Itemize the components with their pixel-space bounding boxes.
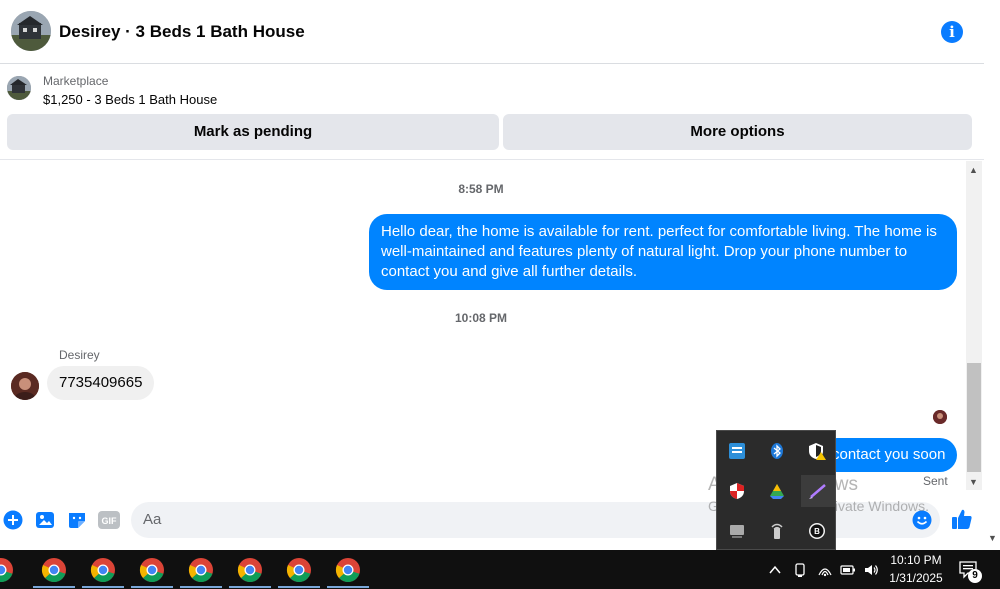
photo-icon[interactable]	[35, 510, 55, 530]
wireless-device-icon[interactable]	[768, 522, 786, 540]
chrome-icon[interactable]	[229, 557, 271, 588]
outgoing-message[interactable]: Hello dear, the home is available for re…	[369, 214, 957, 290]
bluetooth-icon[interactable]	[768, 442, 786, 460]
page-scroll-down-arrow[interactable]: ▼	[988, 533, 997, 543]
wifi-icon[interactable]	[817, 562, 833, 578]
active-indicator	[33, 586, 75, 588]
sender-avatar[interactable]	[11, 372, 39, 400]
chrome-icon[interactable]	[0, 557, 14, 583]
chrome-icon[interactable]	[82, 557, 124, 588]
sticker-icon[interactable]	[67, 510, 87, 530]
scrollbar-thumb[interactable]	[967, 363, 981, 472]
scroll-up-arrow[interactable]: ▲	[969, 165, 978, 175]
gif-icon-label: GIF	[102, 516, 118, 526]
device-icon[interactable]	[792, 562, 808, 578]
chrome-icon[interactable]	[180, 557, 222, 588]
chrome-icon[interactable]	[33, 557, 75, 588]
active-indicator	[229, 586, 271, 588]
emoji-icon[interactable]	[912, 510, 932, 530]
chrome-icon[interactable]	[278, 557, 320, 588]
active-indicator	[327, 586, 369, 588]
delivery-status: Sent	[923, 474, 948, 488]
active-indicator	[82, 586, 124, 588]
incoming-message[interactable]: 7735409665	[47, 366, 155, 400]
more-options-button[interactable]: More options	[503, 114, 972, 150]
audio-manager-icon[interactable]: B	[808, 522, 826, 540]
pen-tool-icon[interactable]	[801, 475, 835, 507]
messenger-window: Desirey · 3 Beds 1 Bath House i Marketpl…	[0, 0, 1000, 550]
chrome-icon[interactable]	[327, 557, 369, 588]
scroll-down-arrow[interactable]: ▼	[969, 477, 978, 487]
listing-thumbnail[interactable]	[7, 76, 31, 100]
battery-icon[interactable]	[840, 562, 856, 578]
svg-text:B: B	[814, 527, 820, 536]
timestamp: 8:58 PM	[458, 182, 504, 196]
seen-indicator-avatar	[933, 410, 947, 424]
contact-avatar[interactable]	[11, 11, 51, 51]
chat-title[interactable]: Desirey · 3 Beds 1 Bath House	[59, 22, 305, 42]
chat-header: Desirey · 3 Beds 1 Bath House i	[0, 0, 984, 64]
mark-as-pending-button[interactable]: Mark as pending	[7, 114, 499, 150]
thread-scrollbar[interactable]: ▲ ▼	[966, 161, 982, 490]
sender-name: Desirey	[59, 348, 100, 362]
volume-icon[interactable]	[863, 562, 879, 578]
drive-sync-icon[interactable]	[768, 482, 786, 500]
network-app-icon[interactable]	[728, 442, 746, 460]
display-icon[interactable]	[728, 522, 746, 540]
timestamp: 10:08 PM	[454, 311, 508, 325]
info-icon[interactable]: i	[941, 21, 963, 43]
chevron-up-icon[interactable]	[767, 562, 783, 578]
antivirus-icon[interactable]	[728, 482, 746, 500]
plus-icon[interactable]	[3, 510, 23, 530]
gif-icon[interactable]: GIF	[98, 510, 120, 530]
active-indicator	[180, 586, 222, 588]
clock-time[interactable]: 10:10 PM	[880, 553, 952, 567]
outgoing-message[interactable]: contact you soon	[820, 438, 958, 472]
like-icon[interactable]	[951, 508, 973, 530]
tray-overflow-popup: B	[716, 430, 836, 550]
marketplace-listing: Marketplace $1,250 - 3 Beds 1 Bath House…	[0, 65, 984, 160]
chrome-icon[interactable]	[131, 557, 173, 588]
active-indicator	[131, 586, 173, 588]
security-warning-icon[interactable]	[808, 442, 826, 460]
notification-count-badge: 9	[968, 569, 982, 583]
clock-date[interactable]: 1/31/2025	[880, 571, 952, 585]
message-thread: 8:58 PM Hello dear, the home is availabl…	[0, 161, 984, 496]
message-composer: GIF Aa	[0, 496, 984, 544]
marketplace-label: Marketplace	[43, 74, 109, 88]
taskbar: 10:10 PM 1/31/2025 9	[0, 550, 1000, 589]
listing-price-title[interactable]: $1,250 - 3 Beds 1 Bath House	[43, 92, 217, 107]
active-indicator	[278, 586, 320, 588]
